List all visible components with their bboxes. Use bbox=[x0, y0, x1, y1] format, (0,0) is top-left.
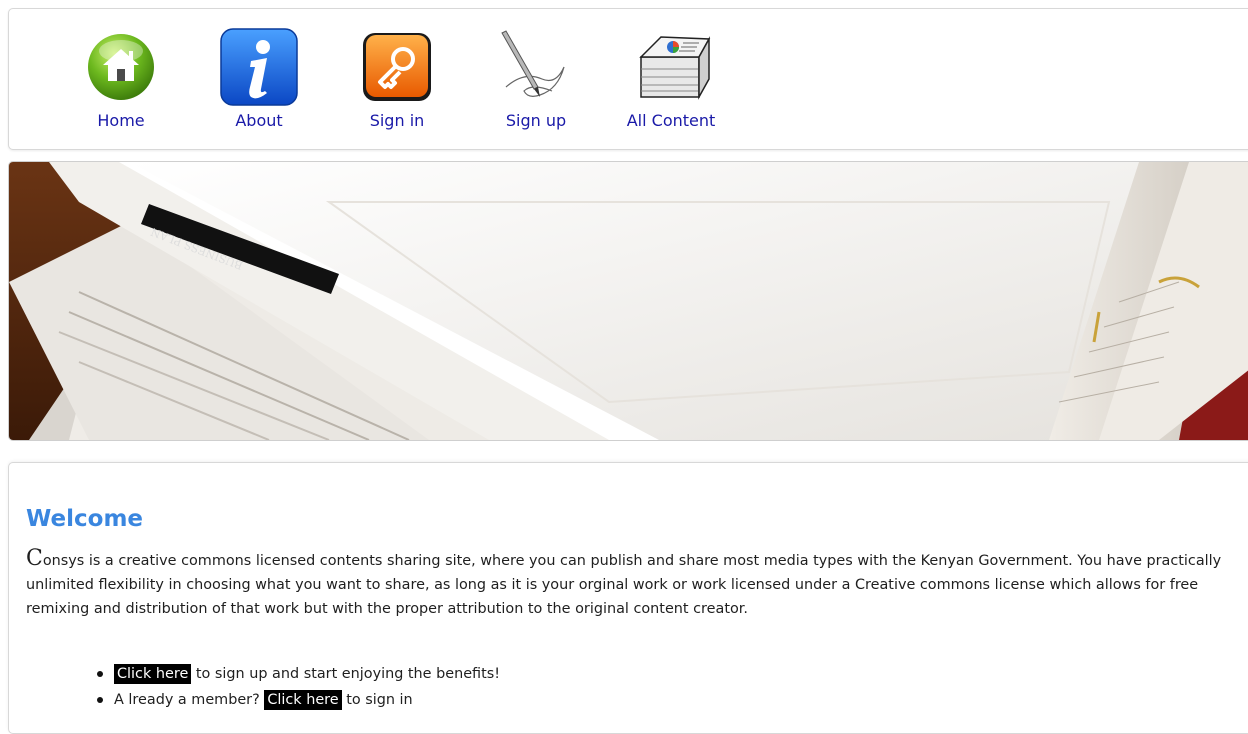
key-icon bbox=[363, 33, 431, 101]
nav-about[interactable]: About bbox=[209, 27, 309, 130]
signin-text: to sign in bbox=[341, 692, 413, 708]
nav-all-content-label[interactable]: All Content bbox=[621, 111, 721, 130]
paper-stack-illustration: BUSINESS PLAN bbox=[9, 162, 1248, 440]
home-icon bbox=[88, 34, 154, 100]
nav-all-content[interactable]: All Content bbox=[621, 27, 721, 130]
intro-text: onsys is a creative commons licensed con… bbox=[26, 553, 1222, 617]
nav-home-label[interactable]: Home bbox=[71, 111, 171, 130]
nav-about-label[interactable]: About bbox=[209, 111, 309, 130]
list-item-signin: A lready a member? Click here to sign in bbox=[96, 687, 500, 713]
signin-click-here-button[interactable]: Click here bbox=[264, 690, 342, 710]
nav-sign-in-label[interactable]: Sign in bbox=[347, 111, 447, 130]
nav-sign-up[interactable]: Sign up bbox=[486, 27, 586, 130]
info-icon bbox=[220, 28, 298, 106]
welcome-intro: Consys is a creative commons licensed co… bbox=[26, 547, 1246, 621]
hero-banner-image: BUSINESS PLAN bbox=[8, 161, 1248, 441]
welcome-panel: Welcome Consys is a creative commons lic… bbox=[8, 462, 1248, 734]
welcome-title: Welcome bbox=[26, 506, 144, 532]
signup-text: to sign up and start enjoying the benefi… bbox=[191, 666, 501, 682]
list-item-signup: Click here to sign up and start enjoying… bbox=[96, 661, 501, 687]
pen-signature-icon bbox=[501, 30, 565, 97]
nav-sign-up-label[interactable]: Sign up bbox=[486, 111, 586, 130]
signin-prefix-text: A lready a member? bbox=[114, 692, 265, 708]
nav-sign-in[interactable]: Sign in bbox=[347, 27, 447, 130]
action-list: Click here to sign up and start enjoying… bbox=[96, 661, 501, 713]
nav-home[interactable]: Home bbox=[71, 27, 171, 130]
signup-click-here-button[interactable]: Click here bbox=[114, 664, 192, 684]
top-nav-panel: Home About Sign in Sign up All Content bbox=[8, 8, 1248, 150]
documents-stack-icon bbox=[639, 36, 711, 100]
intro-dropcap: C bbox=[26, 546, 43, 571]
